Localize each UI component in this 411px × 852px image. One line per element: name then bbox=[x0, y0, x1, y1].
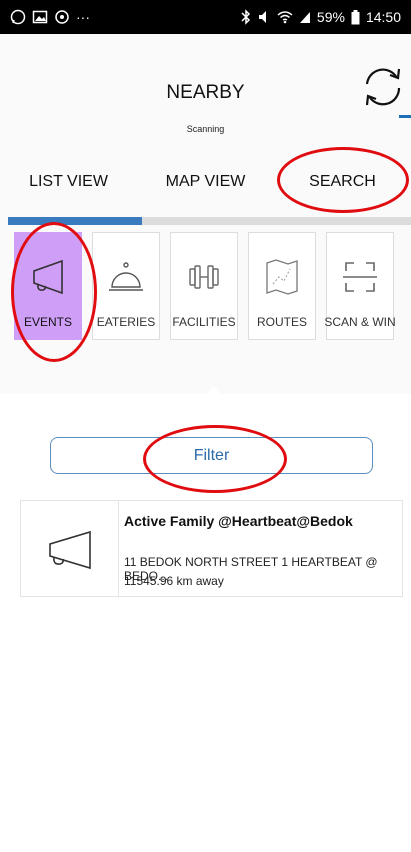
status-bar: ··· 59% 14:50 bbox=[0, 0, 411, 34]
tab-list-view[interactable]: LIST VIEW bbox=[0, 152, 137, 212]
map-icon bbox=[266, 259, 298, 295]
bluetooth-icon bbox=[241, 9, 250, 25]
filter-button[interactable]: Filter bbox=[50, 437, 373, 474]
battery-icon bbox=[351, 9, 360, 24]
category-eateries[interactable]: EATERIES bbox=[92, 232, 160, 340]
category-label: FACILITIES bbox=[172, 315, 236, 329]
cloche-icon bbox=[109, 262, 143, 291]
tab-map-view[interactable]: MAP VIEW bbox=[137, 152, 274, 212]
view-tabs: LIST VIEW MAP VIEW SEARCH bbox=[0, 152, 411, 212]
category-label: ROUTES bbox=[256, 315, 307, 329]
megaphone-icon bbox=[48, 530, 91, 569]
megaphone-icon bbox=[33, 259, 63, 295]
refresh-icon bbox=[365, 68, 401, 106]
category-label: EATERIES bbox=[96, 315, 156, 329]
event-distance: 11545.96 km away bbox=[124, 574, 224, 588]
gallery-icon bbox=[32, 10, 48, 24]
refresh-underline bbox=[399, 115, 411, 118]
page-title: NEARBY bbox=[166, 82, 245, 103]
category-label: EVENTS bbox=[23, 315, 72, 329]
scan-status: Scanning bbox=[186, 124, 225, 134]
event-name: Active Family @Heartbeat@Bedok bbox=[124, 513, 353, 529]
category-scan-win[interactable]: SCAN & WIN bbox=[324, 232, 396, 340]
more-notifications-icon: ··· bbox=[76, 9, 90, 25]
scan-icon bbox=[343, 262, 377, 292]
category-label: SCAN & WIN bbox=[324, 315, 396, 329]
tab-track bbox=[142, 217, 411, 225]
whatsapp-icon bbox=[10, 9, 26, 25]
category-events[interactable]: EVENTS bbox=[14, 232, 82, 340]
event-thumbnail bbox=[21, 501, 118, 598]
mute-icon bbox=[258, 11, 266, 23]
tab-search[interactable]: SEARCH bbox=[274, 152, 411, 212]
app-header: NEARBY Scanning bbox=[0, 34, 411, 152]
category-routes[interactable]: ROUTES bbox=[248, 232, 316, 340]
refresh-button[interactable] bbox=[357, 58, 409, 118]
wifi-icon bbox=[277, 11, 293, 24]
card-divider bbox=[118, 501, 119, 598]
signal-icon bbox=[299, 12, 310, 23]
notification-icon bbox=[55, 10, 69, 24]
panel-pointer bbox=[200, 386, 228, 402]
dumbbell-icon bbox=[189, 265, 219, 289]
clock: 14:50 bbox=[365, 9, 401, 25]
battery-percentage: 59% bbox=[316, 9, 345, 25]
category-bar: EVENTS EATERIES FACILITIES ROUTES SCAN &… bbox=[0, 232, 411, 342]
active-tab-indicator bbox=[8, 217, 142, 225]
category-facilities[interactable]: FACILITIES bbox=[170, 232, 238, 340]
list-item[interactable]: Active Family @Heartbeat@Bedok 11 BEDOK … bbox=[20, 500, 403, 598]
